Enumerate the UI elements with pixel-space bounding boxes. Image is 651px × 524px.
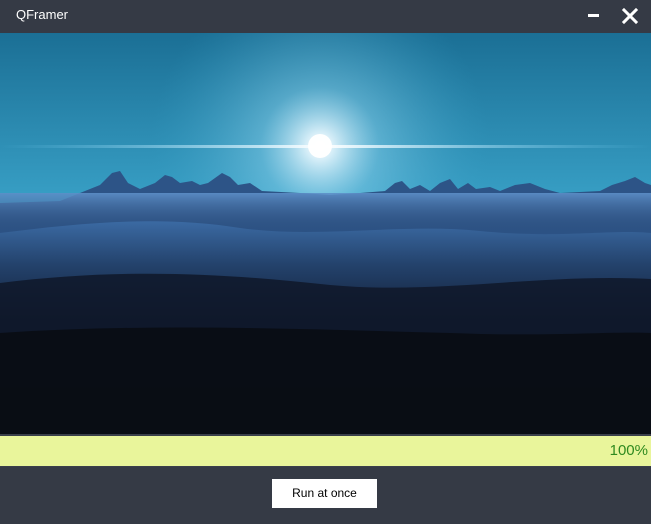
close-icon: [621, 7, 639, 25]
minimize-icon: [588, 14, 599, 17]
main-window: QFramer 100% Run at once: [0, 0, 651, 524]
progress-track: 100%: [0, 436, 651, 466]
progress-label: 100%: [609, 442, 648, 459]
background-image: [0, 33, 651, 434]
run-at-once-button[interactable]: Run at once: [272, 479, 377, 508]
progress-fill: [0, 436, 651, 466]
minimize-button[interactable]: [583, 6, 605, 26]
progress-bar: 100%: [0, 434, 651, 467]
window-title: QFramer: [16, 7, 68, 22]
title-bar[interactable]: QFramer: [0, 0, 651, 32]
close-button[interactable]: [619, 5, 641, 27]
